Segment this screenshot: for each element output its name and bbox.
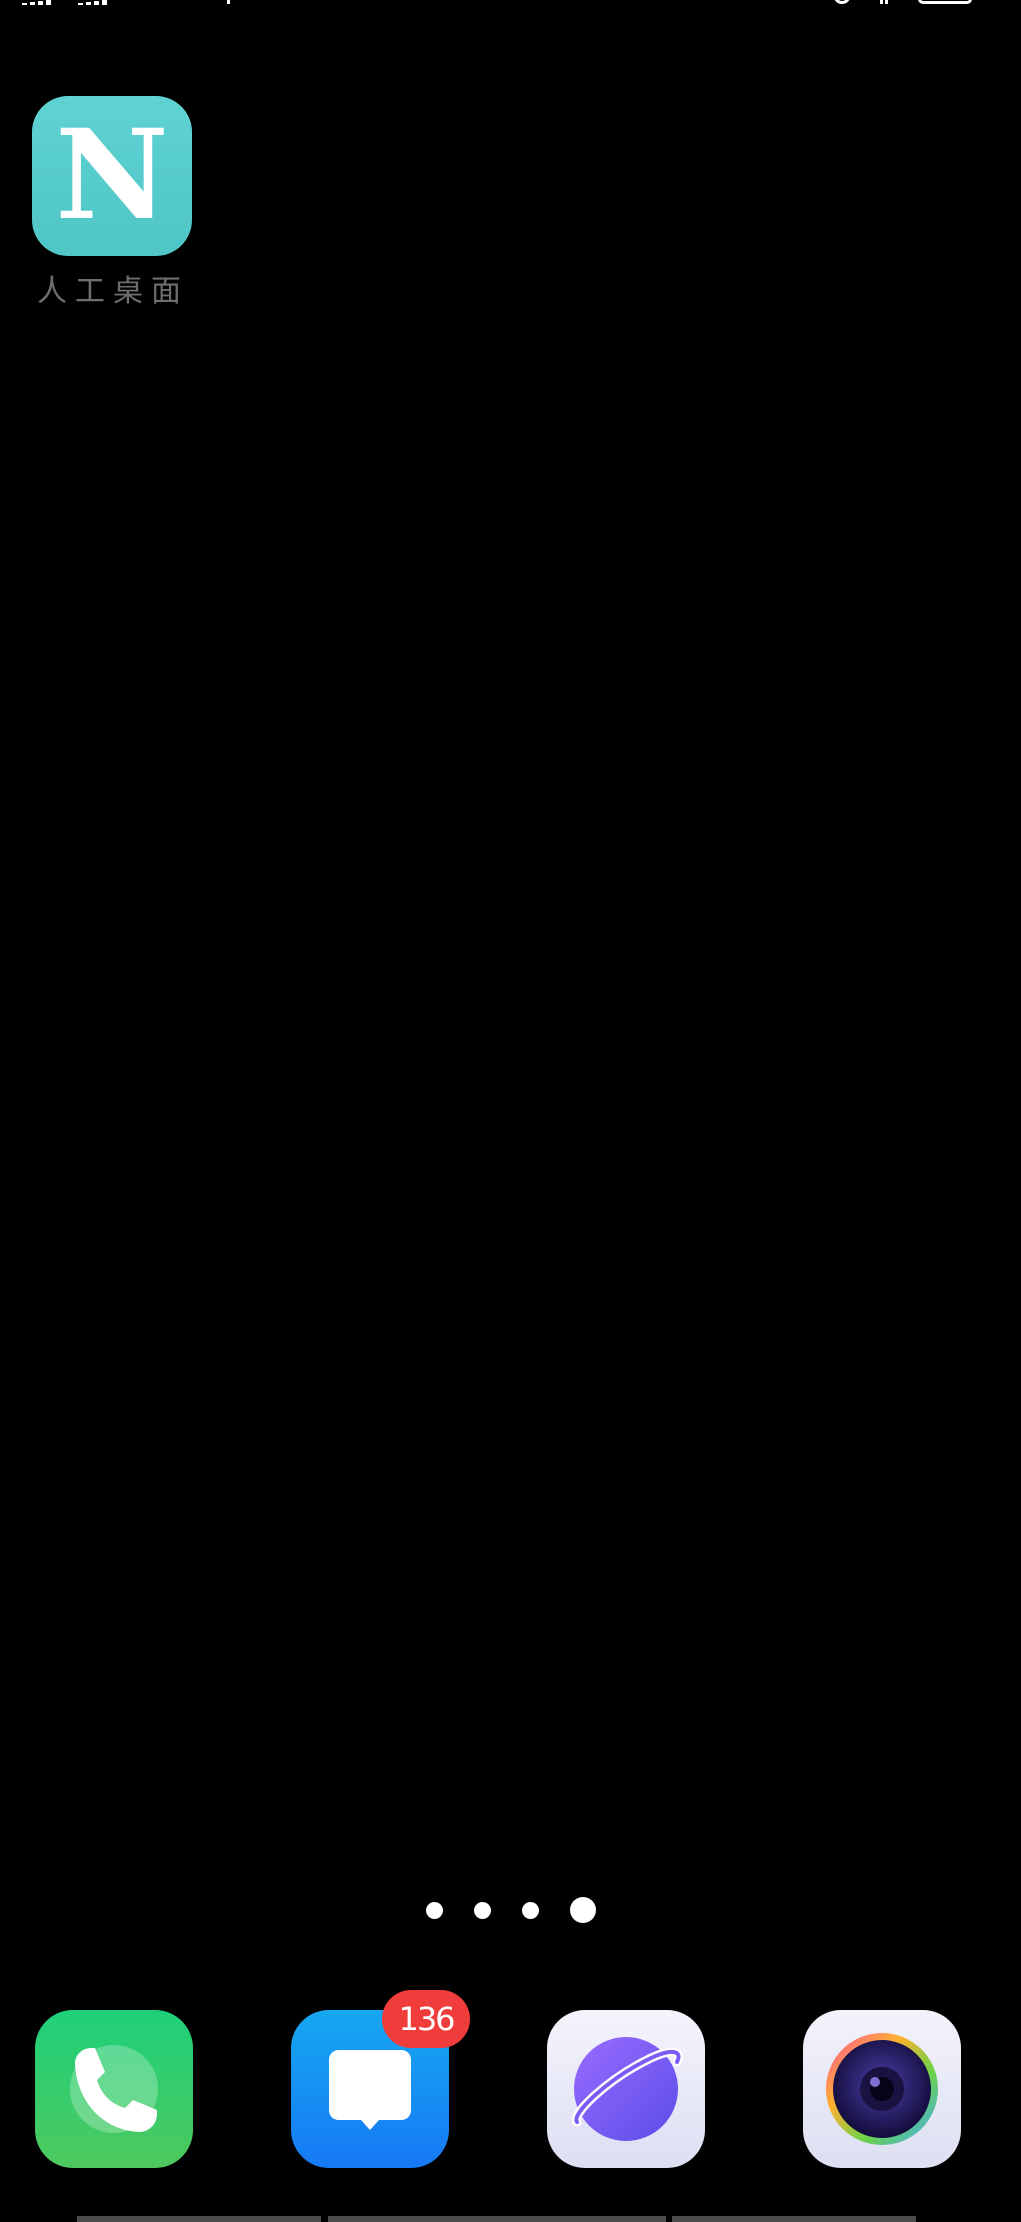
bluetooth-icon [880,0,888,4]
nav-strip [672,2216,916,2222]
notification-badge: 136 [382,1990,470,2048]
dock-camera-app[interactable] [803,2010,961,2168]
status-indicator-icon [227,0,230,4]
page-dot[interactable] [473,1901,491,1919]
page-dot[interactable] [425,1901,443,1919]
signal-icon [78,0,107,5]
app-n-icon[interactable]: N [32,96,192,256]
status-bar [0,0,1021,14]
app-label: 人工桌面 [37,274,189,309]
page-indicator [0,1895,1021,1925]
nav-strip [328,2216,666,2222]
app-icon-letter: N [55,103,169,248]
alarm-icon [834,0,850,4]
dock-phone-app[interactable] [35,2010,193,2168]
signal-icon [22,0,51,5]
page-dot[interactable] [521,1901,539,1919]
page-dot-active[interactable] [569,1897,596,1923]
phone-icon [70,2045,158,2133]
battery-icon [918,0,972,4]
browser-icon [571,2037,683,2141]
camera-icon [826,2033,938,2145]
dock-browser-app[interactable] [547,2010,705,2168]
nav-strip [77,2216,321,2222]
home-app-rengong-zhuomian[interactable]: N 人工桌面 [32,96,194,310]
